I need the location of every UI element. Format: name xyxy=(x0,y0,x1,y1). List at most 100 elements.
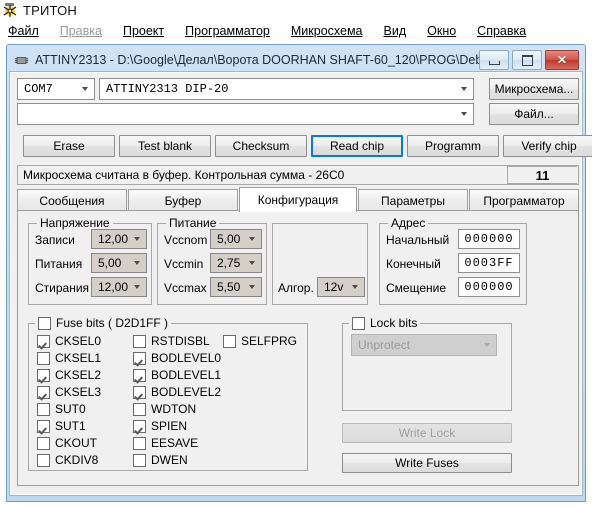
checkbox-cksel0[interactable]: CKSEL0 xyxy=(37,334,101,348)
configuration-panel: Напряжение Записи 12,00 Питания 5,00 Сти… xyxy=(17,210,579,486)
address-start-input[interactable]: 000000 xyxy=(458,229,520,249)
child-window-title: ATTINY2313 - D:\Google\Делал\Ворота DOOR… xyxy=(35,53,479,67)
checkbox-bodlevel0[interactable]: BODLEVEL0 xyxy=(133,351,221,365)
checksum-button-label: Checksum xyxy=(232,139,290,153)
child-window-client: COM7 ATTINY2313 DIP-20 Микросхема... Фай… xyxy=(9,71,592,496)
menu-item-file[interactable]: Файл xyxy=(8,24,39,38)
checkbox-icon xyxy=(133,436,146,450)
checkbox-icon xyxy=(37,453,50,467)
chevron-down-icon[interactable] xyxy=(128,278,146,296)
checkbox-dwen[interactable]: DWEN xyxy=(133,453,188,467)
vccmin-combo[interactable]: 2,75 xyxy=(210,253,262,273)
verify-chip-button[interactable]: Verify chip xyxy=(503,135,592,157)
tab-programmer[interactable]: Программатор xyxy=(469,189,579,211)
chevron-down-icon[interactable] xyxy=(243,278,261,296)
voltage-group: Напряжение Записи 12,00 Питания 5,00 Сти… xyxy=(28,216,152,305)
checkbox-spien[interactable]: SPIEN xyxy=(133,419,187,433)
checkbox-wdton[interactable]: WDTON xyxy=(133,402,196,416)
chevron-down-icon[interactable] xyxy=(346,278,364,296)
address-start-label: Начальный xyxy=(386,233,450,247)
menu-item-project[interactable]: Проект xyxy=(123,24,164,38)
programm-button[interactable]: Programm xyxy=(407,135,499,157)
tab-programmer-label: Программатор xyxy=(483,193,565,208)
checkbox-cksel1-label: CKSEL1 xyxy=(55,351,102,365)
voltage-write-value: 12,00 xyxy=(98,232,128,246)
menu-item-help[interactable]: Справка xyxy=(477,24,526,38)
chevron-down-icon[interactable] xyxy=(128,254,146,272)
tab-messages[interactable]: Сообщения xyxy=(17,189,127,211)
checkbox-eesave[interactable]: EESAVE xyxy=(133,436,198,450)
address-offset-input[interactable]: 000000 xyxy=(458,277,520,297)
checkbox-bodlevel1[interactable]: BODLEVEL1 xyxy=(133,368,221,382)
checkbox-icon xyxy=(133,453,146,467)
address-end-input[interactable]: 0003FF xyxy=(458,253,520,273)
fuse-bits-enable-checkbox[interactable] xyxy=(38,316,51,330)
microchip-icon xyxy=(14,55,29,66)
triton-logo-icon xyxy=(3,2,18,18)
checkbox-sut0[interactable]: SUT0 xyxy=(37,402,86,416)
file-combo[interactable] xyxy=(17,103,474,125)
test-blank-button[interactable]: Test blank xyxy=(119,135,211,157)
maximize-button[interactable] xyxy=(512,50,542,70)
menu-item-window[interactable]: Окно xyxy=(427,24,456,38)
lock-bits-header: Lock bits xyxy=(349,316,421,330)
algorithm-combo[interactable]: 12v xyxy=(317,277,365,297)
fuse-bits-group: Fuse bits ( D2D1FF ) CKSEL0 CKSEL1 CKSEL… xyxy=(28,316,308,471)
checkbox-ckdiv8[interactable]: CKDIV8 xyxy=(37,453,98,467)
checkbox-eesave-label: EESAVE xyxy=(151,436,199,450)
child-window-titlebar[interactable]: ATTINY2313 - D:\Google\Делал\Ворота DOOR… xyxy=(10,48,582,72)
read-chip-button[interactable]: Read chip xyxy=(311,135,403,157)
checkbox-rstdisbl[interactable]: RSTDISBL xyxy=(133,334,210,348)
chevron-down-icon[interactable] xyxy=(455,104,473,124)
checkbox-cksel3[interactable]: CKSEL3 xyxy=(37,385,101,399)
checkbox-icon xyxy=(133,419,146,433)
chevron-down-icon[interactable] xyxy=(243,230,261,248)
close-icon: ✕ xyxy=(556,53,568,67)
tab-configuration[interactable]: Конфигурация xyxy=(239,187,357,212)
checkbox-icon xyxy=(133,368,146,382)
menu-item-chip[interactable]: Микросхема xyxy=(291,24,363,38)
chevron-down-icon[interactable] xyxy=(76,79,94,99)
menu-item-programmer[interactable]: Программатор xyxy=(185,24,270,38)
chevron-down-icon[interactable] xyxy=(128,230,146,248)
chevron-down-icon[interactable] xyxy=(243,254,261,272)
menubar: Файл Правка Проект Программатор Микросхе… xyxy=(0,20,592,42)
voltage-supply-combo[interactable]: 5,00 xyxy=(91,253,147,273)
vccnom-combo[interactable]: 5,00 xyxy=(210,229,262,249)
chip-select-button[interactable]: Микросхема... xyxy=(489,78,579,100)
checkbox-sut1[interactable]: SUT1 xyxy=(37,419,86,433)
checkbox-icon xyxy=(133,351,146,365)
checkbox-cksel2[interactable]: CKSEL2 xyxy=(37,368,101,382)
file-select-button[interactable]: Файл... xyxy=(489,103,579,125)
checkbox-ckdiv8-label: CKDIV8 xyxy=(55,453,99,467)
menu-item-view[interactable]: Вид xyxy=(384,24,407,38)
port-combo-value: COM7 xyxy=(24,82,53,96)
vccmax-combo[interactable]: 5,50 xyxy=(210,277,262,297)
checkbox-dwen-label: DWEN xyxy=(151,453,188,467)
lock-bits-group: Lock bits Unprotect xyxy=(342,316,512,411)
checkbox-selfprg[interactable]: SELFPRG xyxy=(223,334,297,348)
supply-group-title: Питание xyxy=(166,216,220,230)
erase-button[interactable]: Erase xyxy=(23,135,115,157)
close-button[interactable]: ✕ xyxy=(545,50,579,70)
tab-parameters[interactable]: Параметры xyxy=(358,189,468,211)
checkbox-cksel1[interactable]: CKSEL1 xyxy=(37,351,101,365)
checkbox-icon xyxy=(37,385,50,399)
chip-combo[interactable]: ATTINY2313 DIP-20 xyxy=(99,78,474,100)
voltage-write-combo[interactable]: 12,00 xyxy=(91,229,147,249)
checkbox-bodlevel2[interactable]: BODLEVEL2 xyxy=(133,385,221,399)
maximize-icon xyxy=(521,54,533,66)
port-combo[interactable]: COM7 xyxy=(17,78,95,100)
fuse-bits-header: Fuse bits ( D2D1FF ) xyxy=(35,316,172,330)
voltage-erase-combo[interactable]: 12,00 xyxy=(91,277,147,297)
write-fuses-button[interactable]: Write Fuses xyxy=(342,453,512,473)
minimize-button[interactable] xyxy=(479,50,509,70)
checkbox-cksel0-label: CKSEL0 xyxy=(55,334,102,348)
checksum-button[interactable]: Checksum xyxy=(215,135,307,157)
tab-buffer[interactable]: Буфер xyxy=(128,189,238,211)
lock-bits-enable-checkbox[interactable] xyxy=(352,316,365,330)
checkbox-ckout[interactable]: CKOUT xyxy=(37,436,97,450)
vccnom-label: Vccnom xyxy=(164,233,208,247)
checkbox-rstdisbl-label: RSTDISBL xyxy=(151,334,210,348)
chevron-down-icon[interactable] xyxy=(455,79,473,99)
